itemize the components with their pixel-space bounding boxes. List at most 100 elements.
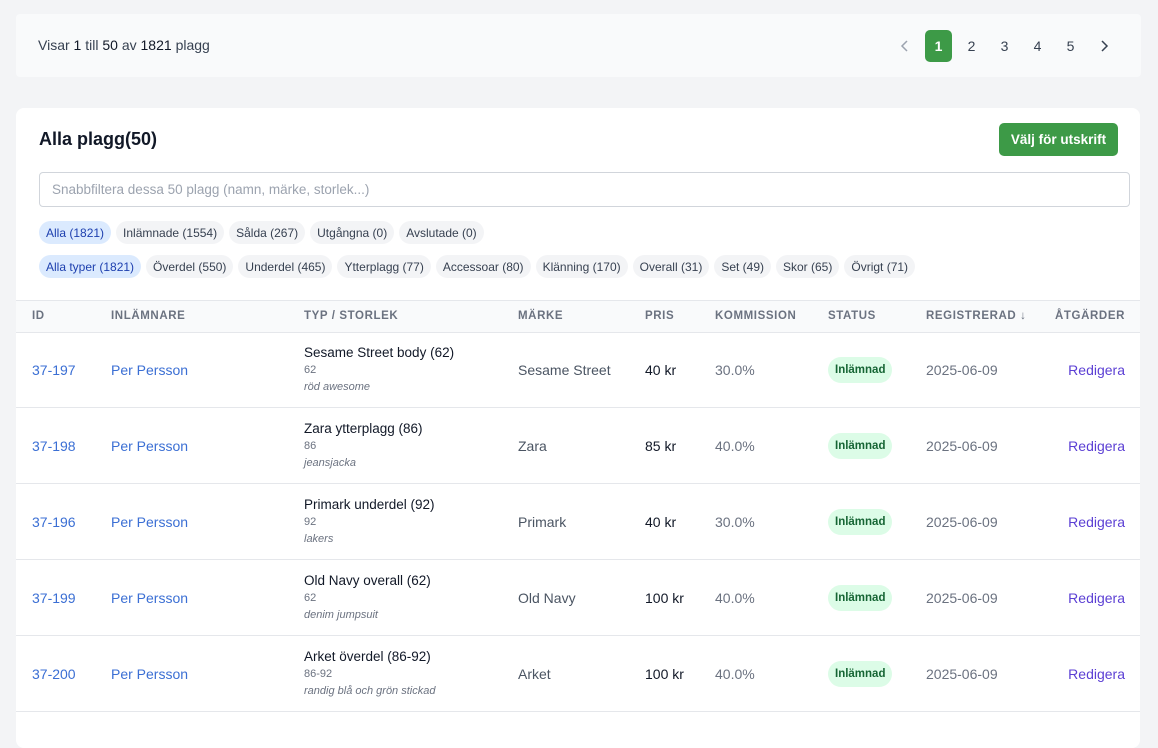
- item-size: 86: [304, 439, 317, 452]
- column-status[interactable]: STATUS: [828, 301, 876, 332]
- price-cell: 40 kr: [645, 361, 677, 378]
- edit-link[interactable]: Redigera: [1068, 332, 1125, 407]
- column-commission[interactable]: KOMMISSION: [715, 301, 796, 332]
- status-badge: Inlämnad: [828, 508, 893, 535]
- page-2-button[interactable]: 2: [958, 30, 985, 62]
- item-note: denim jumpsuit: [304, 608, 378, 621]
- item-size: 86-92: [304, 667, 333, 680]
- status-badge: Inlämnad: [828, 432, 893, 459]
- registered-date: 2025-06-09: [926, 361, 998, 378]
- column-price[interactable]: PRIS: [645, 301, 674, 332]
- registered-date: 2025-06-09: [926, 437, 998, 454]
- status-filter-chip[interactable]: Utgångna (0): [310, 221, 395, 244]
- pagination-bar: Visar 1 till 50 av 1821 plagg 12345: [16, 14, 1141, 77]
- type-filter-chip[interactable]: Accessoar (80): [435, 255, 531, 278]
- status-filter-chip[interactable]: Alla (1821): [39, 221, 112, 244]
- item-id-link[interactable]: 37-196: [32, 484, 76, 559]
- item-title: Primark underdel (92): [304, 496, 435, 512]
- type-filter-chip[interactable]: Ytterplagg (77): [337, 255, 431, 278]
- status-cell: Inlämnad: [828, 636, 893, 711]
- item-id-link[interactable]: 37-198: [32, 408, 76, 483]
- chevron-right-icon: [1101, 40, 1109, 52]
- submitter-link[interactable]: Per Persson: [111, 484, 188, 559]
- type-filter-chip[interactable]: Skor (65): [776, 255, 840, 278]
- column-actions: ÅTGÄRDER: [1055, 310, 1125, 322]
- commission-cell: 30.0%: [715, 513, 755, 530]
- table-header: ID INLÄMNARE TYP / STORLEK MÄRKE PRIS KO…: [16, 300, 1140, 333]
- pagination-info: Visar 1 till 50 av 1821 plagg: [38, 37, 210, 53]
- type-filter-chip[interactable]: Underdel (465): [238, 255, 333, 278]
- type-filter-chip[interactable]: Överdel (550): [146, 255, 234, 278]
- submitter-link[interactable]: Per Persson: [111, 332, 188, 407]
- status-cell: Inlämnad: [828, 560, 893, 635]
- status-filter-chip[interactable]: Avslutade (0): [399, 221, 484, 244]
- edit-link[interactable]: Redigera: [1068, 484, 1125, 559]
- page-3-button[interactable]: 3: [991, 30, 1018, 62]
- item-note: röd awesome: [304, 380, 371, 393]
- pagination: 12345: [890, 30, 1119, 62]
- brand-cell: Arket: [518, 665, 551, 682]
- type-filter-chip[interactable]: Overall (31): [632, 255, 710, 278]
- column-submitter[interactable]: INLÄMNARE: [111, 301, 185, 332]
- column-id[interactable]: ID: [32, 301, 45, 332]
- edit-link[interactable]: Redigera: [1068, 636, 1125, 711]
- item-size: 92: [304, 515, 317, 528]
- type-size-cell: Old Navy overall (62) 62 denim jumpsuit: [304, 560, 431, 635]
- page-4-button[interactable]: 4: [1024, 30, 1051, 62]
- brand-cell: Primark: [518, 513, 567, 530]
- status-filter-chip[interactable]: Inlämnade (1554): [116, 221, 225, 244]
- brand-cell: Sesame Street: [518, 361, 611, 378]
- item-size: 62: [304, 363, 317, 376]
- status-badge: Inlämnad: [828, 584, 893, 611]
- quick-filter-input[interactable]: [39, 172, 1130, 207]
- table-row: 37-199 Per Persson Old Navy overall (62) 62…: [16, 560, 1140, 636]
- price-cell: 85 kr: [645, 437, 677, 454]
- table-row: 37-198 Per Persson Zara ytterplagg (86) 86 j…: [16, 408, 1140, 484]
- page-numbers: 12345: [922, 30, 1087, 62]
- item-id-link[interactable]: 37-200: [32, 636, 76, 711]
- status-cell: Inlämnad: [828, 332, 893, 407]
- column-type-size[interactable]: TYP / STORLEK: [304, 301, 398, 332]
- edit-link[interactable]: Redigera: [1068, 560, 1125, 635]
- item-note: jeansjacka: [304, 456, 356, 469]
- table-body: 37-197 Per Persson Sesame Street body (62)…: [16, 332, 1140, 712]
- type-size-cell: Sesame Street body (62) 62 röd awesome: [304, 332, 454, 407]
- item-title: Arket överdel (86-92): [304, 648, 431, 664]
- type-filter-chip[interactable]: Alla typer (1821): [39, 255, 142, 278]
- item-title: Zara ytterplagg (86): [304, 420, 423, 436]
- registered-date: 2025-06-09: [926, 513, 998, 530]
- edit-link[interactable]: Redigera: [1068, 408, 1125, 483]
- type-filter-chip[interactable]: Klänning (170): [535, 255, 628, 278]
- column-brand[interactable]: MÄRKE: [518, 301, 563, 332]
- item-note: randig blå och grön stickad: [304, 684, 436, 697]
- type-size-cell: Zara ytterplagg (86) 86 jeansjacka: [304, 408, 423, 483]
- next-page-button[interactable]: [1089, 30, 1119, 62]
- page-5-button[interactable]: 5: [1057, 30, 1084, 62]
- item-note: lakers: [304, 532, 334, 545]
- page-1-button[interactable]: 1: [925, 30, 952, 62]
- item-title: Old Navy overall (62): [304, 572, 431, 588]
- item-title: Sesame Street body (62): [304, 344, 455, 360]
- status-filter-chips: Alla (1821) Inlämnade (1554) Sålda (267) Ut…: [39, 221, 484, 244]
- column-registered[interactable]: REGISTRERAD ↓: [926, 301, 1026, 332]
- commission-cell: 30.0%: [715, 361, 755, 378]
- item-id-link[interactable]: 37-197: [32, 332, 76, 407]
- price-cell: 100 kr: [645, 665, 684, 682]
- submitter-link[interactable]: Per Persson: [111, 636, 188, 711]
- submitter-link[interactable]: Per Persson: [111, 560, 188, 635]
- commission-cell: 40.0%: [715, 437, 755, 454]
- select-for-print-button[interactable]: Välj för utskrift: [999, 123, 1118, 156]
- status-filter-chip[interactable]: Sålda (267): [229, 221, 306, 244]
- item-id-link[interactable]: 37-199: [32, 560, 76, 635]
- submitter-link[interactable]: Per Persson: [111, 408, 188, 483]
- registered-date: 2025-06-09: [926, 665, 998, 682]
- type-filter-chip[interactable]: Övrigt (71): [844, 255, 916, 278]
- commission-cell: 40.0%: [715, 589, 755, 606]
- prev-page-button[interactable]: [890, 30, 920, 62]
- registered-date: 2025-06-09: [926, 589, 998, 606]
- items-card: Alla plagg(50) Välj för utskrift Alla (1…: [16, 108, 1140, 748]
- type-filter-chip[interactable]: Set (49): [714, 255, 771, 278]
- status-badge: Inlämnad: [828, 660, 893, 687]
- status-cell: Inlämnad: [828, 484, 893, 559]
- status-badge: Inlämnad: [828, 356, 893, 383]
